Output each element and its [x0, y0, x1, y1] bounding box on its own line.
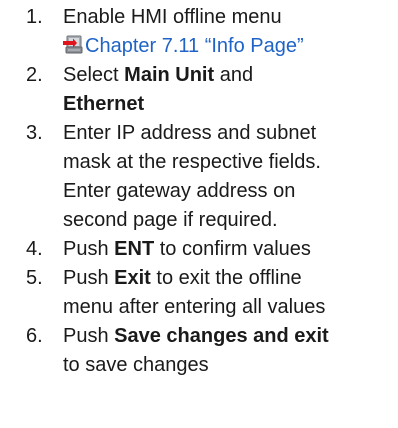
step-2-line-1: Select Main Unit and: [63, 61, 393, 90]
exit-key-term: Exit: [114, 267, 151, 289]
ethernet-term: Ethernet: [63, 93, 145, 115]
step-5-suffix: to exit the offline: [150, 267, 302, 289]
step-3-text: Enter IP address and subnet mask at the …: [63, 119, 393, 235]
chapter-info-page-link[interactable]: Chapter 7.11 “Info Page”: [63, 32, 393, 61]
step-number: 3.: [26, 122, 43, 144]
step-5-text: Push Exit to exit the offline menu after…: [63, 264, 393, 322]
step-number: 1.: [26, 6, 43, 28]
step-6-line-1: Push Save changes and exit: [63, 322, 393, 351]
step-3-line-4: second page if required.: [63, 209, 278, 231]
step-3-line-2: mask at the respective fields.: [63, 151, 321, 173]
step-2-text: Select Main Unit and Ethernet: [63, 61, 393, 119]
step-5-line-1: Push Exit to exit the offline: [63, 264, 393, 293]
book-reference-icon: [63, 35, 83, 54]
save-changes-term: Save changes and exit: [114, 325, 329, 347]
step-5-prefix: Push: [63, 267, 115, 289]
step-1-line-1: Enable HMI offline menu: [63, 6, 282, 28]
step-4-prefix: Push: [63, 238, 115, 260]
step-3-line-1: Enter IP address and subnet: [63, 122, 317, 144]
step-2-prefix: Select: [63, 64, 125, 86]
chapter-link-label: Chapter 7.11 “Info Page”: [85, 35, 304, 57]
step-4-suffix: to confirm values: [154, 238, 311, 260]
step-6-text: Push Save changes and exit to save chang…: [63, 322, 393, 380]
step-number: 6.: [26, 325, 43, 347]
step-2-conjunction: and: [214, 64, 254, 86]
step-4-text: Push ENT to confirm values: [63, 235, 393, 264]
step-5-line-2: menu after entering all values: [63, 296, 326, 318]
step-4-line-1: Push ENT to confirm values: [63, 235, 393, 264]
step-number: 2.: [26, 64, 43, 86]
step-6-prefix: Push: [63, 325, 115, 347]
step-number: 5.: [26, 267, 43, 289]
main-unit-term: Main Unit: [124, 64, 215, 86]
step-6-line-2: to save changes: [63, 354, 209, 376]
step-1-text: Enable HMI offline menu Chapter 7.11 “In…: [63, 3, 393, 61]
ent-key-term: ENT: [114, 238, 155, 260]
step-number: 4.: [26, 238, 43, 260]
step-3-line-3: Enter gateway address on: [63, 180, 296, 202]
